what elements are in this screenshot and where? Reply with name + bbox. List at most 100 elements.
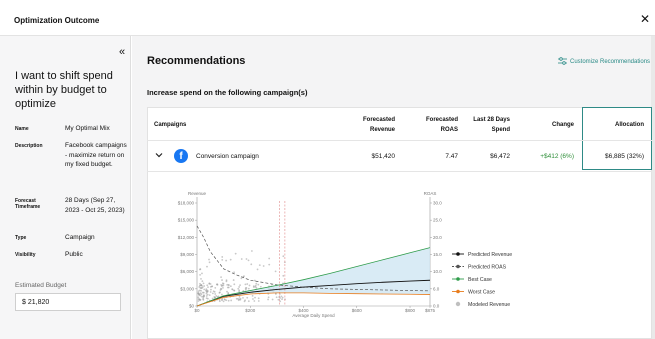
modeled-revenue-point	[232, 279, 235, 281]
y-tick-label-left: $9,000	[180, 252, 194, 257]
modeled-revenue-point	[246, 296, 249, 299]
header-change[interactable]: Change	[534, 120, 574, 130]
modeled-revenue-point	[213, 290, 216, 293]
modeled-revenue-point	[225, 259, 228, 262]
modeled-revenue-point	[201, 272, 203, 275]
modeled-revenue-point	[280, 295, 283, 298]
modeled-revenue-point	[267, 298, 269, 301]
modeled-revenue-point	[200, 277, 202, 280]
modeled-revenue-point	[230, 299, 233, 302]
modeled-revenue-point	[259, 285, 262, 288]
modeled-revenue-point	[213, 296, 216, 299]
modeled-revenue-point	[220, 284, 223, 286]
meta-value-visibility: Public	[65, 251, 83, 258]
modeled-revenue-point	[238, 286, 241, 288]
modeled-revenue-point	[210, 288, 212, 291]
modeled-revenue-point	[206, 284, 209, 287]
modeled-revenue-point	[237, 297, 239, 300]
estimated-budget-input[interactable]: $ 21,820	[15, 293, 121, 311]
header-campaigns[interactable]: Campaigns	[154, 120, 186, 130]
modeled-revenue-point	[250, 250, 253, 252]
sliders-icon	[558, 57, 567, 65]
legend-marker-worst-case	[456, 289, 460, 294]
meta-key-type: Type	[15, 235, 27, 241]
legend-label-worst-case: Worst Case	[468, 290, 495, 296]
y-tick-label-right: 30.0	[433, 201, 442, 206]
customize-recommendations-link[interactable]: Customize Recommendations	[558, 57, 650, 65]
forecasted-roas-value: 7.47	[445, 153, 458, 160]
modeled-revenue-point	[208, 294, 211, 297]
modeled-revenue-point	[208, 258, 210, 261]
legend-marker-predicted-roas	[456, 264, 460, 269]
meta-key-description: Description	[15, 143, 43, 149]
header-forecasted-roas[interactable]: Forecasted ROAS	[412, 115, 458, 135]
x-tick-label: $875	[425, 308, 436, 313]
modeled-revenue-point	[197, 292, 200, 294]
modeled-revenue-point	[200, 289, 202, 292]
modeled-revenue-point	[221, 298, 223, 301]
modeled-revenue-point	[242, 296, 244, 299]
y-tick-label-right: 6.0	[433, 286, 440, 291]
modeled-revenue-point	[226, 290, 228, 293]
modeled-revenue-point	[203, 285, 206, 287]
modeled-revenue-point	[216, 283, 219, 286]
legend-label-predicted-revenue: Predicted Revenue	[468, 252, 512, 258]
close-icon[interactable]: ✕	[640, 13, 650, 25]
meta-key-visibility: Visibility	[15, 252, 36, 258]
header-divider	[147, 140, 652, 141]
modeled-revenue-point	[206, 265, 208, 268]
modeled-revenue-point	[252, 298, 254, 300]
modeled-revenue-point	[233, 289, 235, 292]
modeled-revenue-point	[246, 283, 249, 285]
modeled-revenue-point	[202, 298, 204, 300]
change-value: +$412 (6%)	[540, 153, 574, 160]
meta-value-description: Facebook campaigns - maximize return on …	[65, 142, 127, 168]
modeled-revenue-point	[227, 299, 230, 302]
modeled-revenue-point	[220, 276, 222, 279]
modeled-revenue-point	[233, 283, 236, 286]
modeled-revenue-point	[274, 293, 277, 295]
modeled-revenue-point	[277, 298, 280, 301]
modeled-revenue-point	[257, 297, 260, 300]
header-last-28-days-spend[interactable]: Last 28 Days Spend	[466, 115, 510, 135]
modeled-revenue-point	[199, 268, 201, 271]
recommendation-subtitle: Increase spend on the following campaign…	[147, 88, 308, 97]
modeled-revenue-point	[258, 264, 261, 267]
modeled-revenue-point	[282, 255, 285, 258]
header-forecasted-revenue[interactable]: Forecasted Revenue	[350, 115, 395, 135]
y-tick-label-left: $15,000	[178, 218, 195, 223]
modeled-revenue-point	[214, 286, 217, 289]
modeled-revenue-point	[203, 288, 206, 291]
modeled-revenue-point	[205, 291, 208, 293]
modeled-revenue-point	[214, 293, 217, 295]
modeled-revenue-point	[199, 273, 201, 276]
legend-label-modeled-revenue: Modeled Revenue	[468, 302, 510, 308]
chevron-down-icon[interactable]	[155, 151, 163, 159]
modeled-revenue-point	[254, 296, 256, 299]
meta-value-type: Campaign	[65, 234, 95, 241]
x-tick-label: $800	[405, 308, 416, 313]
modeled-revenue-point	[253, 300, 256, 302]
modeled-revenue-point	[199, 282, 201, 285]
x-tick-label: $0	[194, 308, 200, 313]
modeled-revenue-point	[244, 287, 247, 290]
modeled-revenue-point	[219, 289, 222, 291]
x-tick-label: $400	[299, 308, 310, 313]
modeled-revenue-point	[221, 279, 223, 281]
optimization-goal: I want to shift spend within by budget t…	[15, 70, 113, 110]
modeled-revenue-point	[274, 270, 277, 273]
recommendations-title: Recommendations	[147, 55, 246, 67]
legend-marker-modeled-revenue	[455, 301, 461, 307]
modeled-revenue-point	[234, 252, 237, 255]
modeled-revenue-point	[229, 285, 232, 288]
y-tick-label-right: 10.0	[433, 269, 442, 274]
modeled-revenue-point	[252, 285, 255, 288]
modeled-revenue-point	[206, 297, 209, 300]
collapse-sidebar-icon[interactable]: «	[119, 47, 125, 58]
meta-value-name: My Optimal Mix	[65, 125, 110, 132]
modeled-revenue-point	[275, 296, 278, 299]
y-tick-label-left: $12,000	[178, 235, 195, 240]
meta-value-timeframe: 28 Days (Sep 27, 2023 - Oct 25, 2023)	[65, 197, 125, 214]
campaign-name[interactable]: Conversion campaign	[196, 153, 259, 161]
allocation-value[interactable]: $6,885 (32%)	[590, 153, 644, 161]
